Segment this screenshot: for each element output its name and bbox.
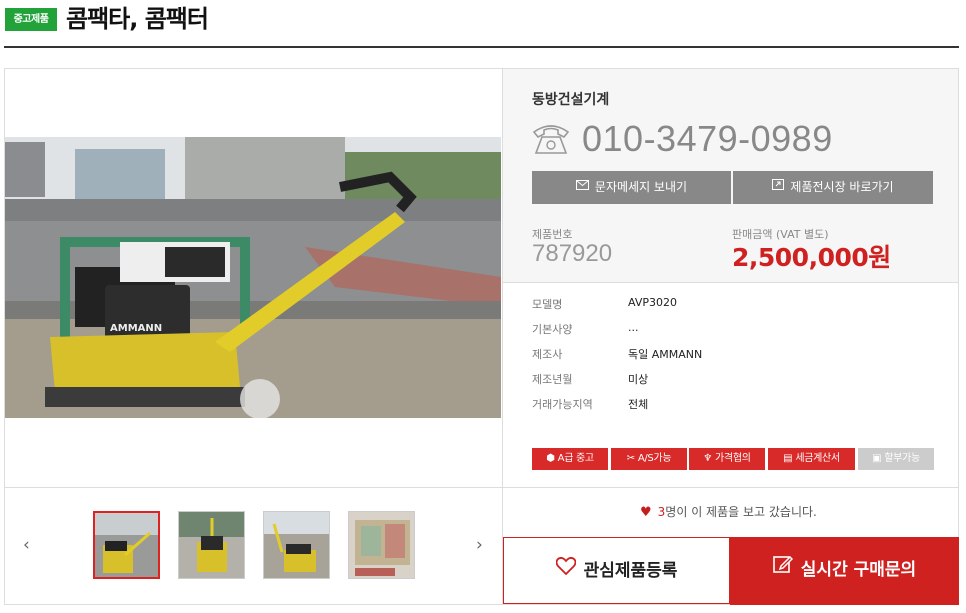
spec-key-trade-area: 거래가능지역: [532, 398, 593, 411]
product-number: 787920: [532, 240, 613, 267]
thumbnail-3[interactable]: [263, 511, 330, 579]
external-link-icon: [772, 170, 785, 203]
thumbnail-next-arrow-icon[interactable]: ›: [476, 536, 483, 554]
realtime-inquiry-button[interactable]: 실시간 구매문의: [730, 537, 959, 605]
send-sms-button[interactable]: 문자메세지 보내기: [532, 171, 731, 204]
viewers-message: 명이 이 제품을 보고 갔습니다.: [665, 505, 817, 519]
spec-value-trade-area: 전체: [628, 398, 649, 411]
tag-tax-invoice: ▤ 세금계산서: [768, 448, 855, 470]
edit-icon: [772, 536, 793, 602]
tag-a-grade: ⬢ A급 중고: [532, 448, 608, 470]
page-title: 콤팩타, 콤팩터: [66, 5, 209, 33]
thumbnail-image: [179, 512, 244, 578]
spec-key-model: 모델명: [532, 298, 563, 311]
go-to-showroom-button[interactable]: 제품전시장 바로가기: [733, 171, 933, 204]
spec-key-manufacturer: 제조사: [532, 348, 563, 361]
thumbnail-image: [95, 513, 158, 577]
receipt-icon: ▤: [783, 453, 793, 464]
thumbnail-image: [264, 512, 329, 578]
main-product-photo[interactable]: AMMANN: [5, 137, 501, 418]
add-to-wishlist-button[interactable]: 관심제품등록: [503, 537, 730, 604]
photo-brand-label: AMMANN: [110, 323, 162, 334]
tag-label: A급 중고: [557, 453, 594, 464]
inquiry-label: 실시간 구매문의: [800, 560, 917, 580]
compactor-photo-illustration: AMMANN: [5, 137, 501, 418]
spec-value-manufacturer: 독일 AMMANN: [628, 348, 703, 361]
spec-value-made-date: 미상: [628, 373, 649, 386]
send-sms-label: 문자메세지 보내기: [594, 180, 688, 194]
cube-icon: ⬢: [546, 453, 555, 464]
spec-key-made-date: 제조년월: [532, 373, 573, 386]
spec-value-model: AVP3020: [628, 296, 677, 309]
thumbnail-prev-arrow-icon[interactable]: ‹: [23, 536, 30, 554]
tag-as-available: ✂ A/S가능: [611, 448, 687, 470]
used-product-badge: 중고제품: [5, 8, 57, 31]
tag-price-negotiable: ♆ 가격협의: [689, 448, 765, 470]
go-to-showroom-label: 제품전시장 바로가기: [790, 180, 894, 194]
tag-label: A/S가능: [637, 453, 672, 464]
thumbnail-strip: ‹ ›: [5, 487, 502, 605]
envelope-icon: [575, 170, 589, 203]
tag-label: 가격협의: [715, 453, 751, 464]
company-name: 동방건설기계: [532, 92, 610, 108]
heart-outline-icon: [555, 537, 576, 603]
spec-key-basic: 기본사양: [532, 323, 573, 336]
wrench-icon: ✂: [626, 453, 635, 464]
handshake-icon: ♆: [703, 453, 713, 464]
heart-icon: ♥: [640, 505, 652, 520]
page-header: 중고제품 콤팩타, 콤팩터: [4, 0, 959, 48]
seller-phone-number[interactable]: 010-3479-0989: [582, 116, 833, 162]
thumbnail-image: [349, 512, 414, 578]
thumbnail-4[interactable]: [348, 511, 415, 579]
viewers-text: ♥ 3명이 이 제품을 보고 갔습니다.: [640, 503, 817, 520]
thumbnail-1[interactable]: [93, 511, 160, 579]
tag-label: 세금계산서: [795, 453, 840, 464]
tag-installment: ▣ 할부가능: [858, 448, 934, 470]
card-icon: ▣: [872, 453, 882, 464]
tag-label: 할부가능: [884, 453, 920, 464]
wishlist-label: 관심제품등록: [583, 561, 678, 581]
product-price: 2,500,000원: [732, 243, 891, 272]
thumbnail-2[interactable]: [178, 511, 245, 579]
spec-value-basic: ...: [628, 321, 639, 334]
telephone-icon: [531, 122, 571, 160]
